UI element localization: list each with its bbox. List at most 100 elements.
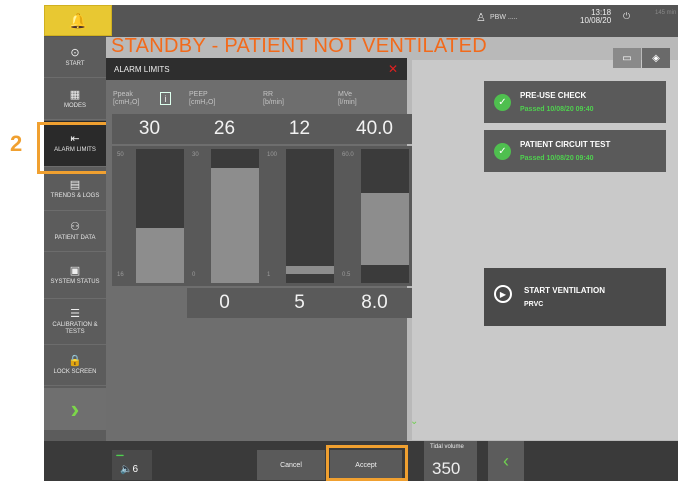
- sidebar-item-label: LOCK SCREEN: [53, 369, 97, 375]
- close-icon[interactable]: ✕: [388, 62, 398, 76]
- rr-slider[interactable]: 100 1: [262, 146, 337, 286]
- chevron-down-icon[interactable]: ⌄: [410, 416, 418, 427]
- patient-icon: ♙: [476, 12, 486, 24]
- dialog-header: ALARM LIMITS: [106, 58, 407, 80]
- patient-circuit-test-card[interactable]: ✓ PATIENT CIRCUIT TEST Passed 10/08/20 0…: [484, 130, 666, 172]
- slider-fill: [211, 168, 259, 283]
- param-name: MVe: [338, 91, 353, 98]
- clock-date: 10/08/20: [580, 16, 612, 25]
- patient-data-icon: ⚇: [70, 221, 80, 233]
- param-unit: [cmH₂O]: [189, 99, 216, 106]
- speaker-icon: 🔈: [120, 464, 133, 475]
- param-name: Ppeak: [113, 91, 133, 98]
- mve-slider[interactable]: 60.0 0.5: [337, 146, 412, 286]
- volume-value: 6: [132, 464, 139, 475]
- slider-fill: [286, 266, 334, 274]
- param-label-ppeak: Ppeak [cmH₂O]: [113, 91, 139, 107]
- param-name: RR: [263, 91, 274, 98]
- alarm-limits-highlight: [37, 122, 109, 174]
- card-title: PRE-USE CHECK: [520, 91, 587, 100]
- sidebar-item-patient-data[interactable]: ⚇ PATIENT DATA: [44, 212, 106, 252]
- check-icon: ✓: [494, 94, 511, 111]
- scale-max: 100: [267, 152, 278, 158]
- tidal-volume-box[interactable]: Tidal volume 350: [424, 441, 477, 481]
- volume-button[interactable]: ▪▪▪▪▪▪▪▪▪ 🔈 6: [112, 450, 152, 480]
- system-status-icon: ▣: [69, 265, 81, 277]
- mve-high-value[interactable]: 40.0: [337, 114, 412, 144]
- sidebar-item-label: MODES: [63, 102, 86, 109]
- volume-level-dots: ▪▪▪▪▪▪▪▪▪: [116, 453, 124, 459]
- back-button[interactable]: ‹: [488, 441, 524, 481]
- plug-icon: ⏻: [623, 11, 631, 21]
- sidebar-item-trends-logs[interactable]: ▤ TRENDS & LOGS: [44, 168, 106, 211]
- chevron-right-icon: ›: [70, 393, 80, 424]
- sidebar-item-system-status[interactable]: ▣ SYSTEM STATUS: [44, 253, 106, 299]
- sidebar-item-label: SYSTEM STATUS: [50, 279, 100, 285]
- sidebar-item-modes[interactable]: ▦ MODES: [44, 79, 106, 120]
- param-unit: [cmH₂O]: [113, 99, 140, 106]
- scale-min: 0: [192, 272, 196, 278]
- peep-slider[interactable]: 30 0: [187, 146, 262, 286]
- start-icon: ⊙: [70, 46, 80, 59]
- bell-icon: 🔔: [68, 12, 88, 30]
- mve-low-value[interactable]: 8.0: [337, 288, 412, 318]
- scale-max: 30: [192, 152, 199, 158]
- chevron-left-icon: ‹: [503, 450, 509, 471]
- sidebar-item-label: START: [65, 60, 85, 67]
- slider-track: [286, 149, 334, 283]
- battery-readout: 145 min: [655, 10, 677, 16]
- slider-fill: [361, 193, 409, 265]
- scale-min: 0.5: [342, 272, 351, 278]
- rr-low-value[interactable]: 5: [262, 288, 337, 318]
- sidebar-next-button[interactable]: ›: [44, 388, 106, 430]
- cancel-button[interactable]: Cancel: [257, 450, 325, 480]
- ppeak-slider[interactable]: 50 16: [112, 146, 187, 286]
- trends-icon: ▤: [69, 178, 81, 191]
- param-label-mve: MVe [l/min]: [338, 91, 357, 107]
- param-unit: [b/min]: [263, 99, 285, 106]
- sidebar-item-calibration-tests[interactable]: ☰ CALIBRATION & TESTS: [44, 300, 106, 345]
- accept-highlight: [326, 445, 408, 481]
- card-status: Passed 10/08/20 09:40: [520, 106, 594, 113]
- peep-high-value[interactable]: 26: [187, 114, 262, 144]
- peep-low-value[interactable]: 0: [187, 288, 262, 318]
- scale-min: 1: [267, 272, 271, 278]
- lock-icon: 🔒: [68, 355, 82, 367]
- ppeak-high-value[interactable]: 30: [112, 114, 187, 144]
- card-title: PATIENT CIRCUIT TEST: [520, 140, 611, 149]
- scale-max: 50: [117, 152, 124, 158]
- sidebar-item-lock-screen[interactable]: 🔒 LOCK SCREEN: [44, 346, 106, 386]
- card-status: Passed 10/08/20 09:40: [520, 155, 594, 162]
- alarm-bell-button[interactable]: 🔔: [44, 5, 112, 36]
- rr-high-value[interactable]: 12: [262, 114, 337, 144]
- pre-use-check-card[interactable]: ✓ PRE-USE CHECK Passed 10/08/20 09:40: [484, 81, 666, 123]
- ventilator-screen: 🔔 ♙ PBW ..... 13:18 10/08/20 ⏻ 145 min ⊙…: [0, 0, 679, 481]
- param-label-rr: RR [b/min]: [263, 91, 284, 107]
- info-icon[interactable]: i: [160, 92, 171, 105]
- start-ventilation-card[interactable]: ▶ START VENTILATION PRVC: [484, 268, 666, 326]
- sidebar-item-label: CALIBRATION & TESTS: [52, 322, 98, 335]
- step-marker: 2: [10, 131, 23, 156]
- card-mode: PRVC: [524, 301, 544, 308]
- sidebar-item-start[interactable]: ⊙ START: [44, 37, 106, 78]
- page-title: STANDBY - PATIENT NOT VENTILATED: [111, 35, 487, 57]
- clock: 13:18 10/08/20: [580, 9, 611, 25]
- calibration-icon: ☰: [70, 308, 80, 320]
- layers-icon: ◈: [652, 52, 660, 64]
- camera-button[interactable]: ▭: [613, 48, 641, 68]
- modes-icon: ▦: [69, 88, 81, 101]
- check-icon: ✓: [494, 143, 511, 160]
- slider-fill: [136, 228, 184, 283]
- sidebar-item-label: PATIENT DATA: [54, 235, 96, 241]
- param-name: PEEP: [189, 91, 208, 98]
- layers-button[interactable]: ◈: [642, 48, 670, 68]
- param-label-peep: PEEP [cmH₂O]: [189, 91, 215, 107]
- dialog-title: ALARM LIMITS: [114, 65, 170, 74]
- tidal-label: Tidal volume: [430, 444, 464, 450]
- play-icon: ▶: [494, 285, 512, 303]
- sidebar-item-label: TRENDS & LOGS: [50, 192, 100, 199]
- scale-min: 16: [117, 272, 124, 278]
- camera-icon: ▭: [622, 52, 632, 64]
- tidal-value: 350: [432, 459, 461, 478]
- card-title: START VENTILATION: [524, 286, 606, 295]
